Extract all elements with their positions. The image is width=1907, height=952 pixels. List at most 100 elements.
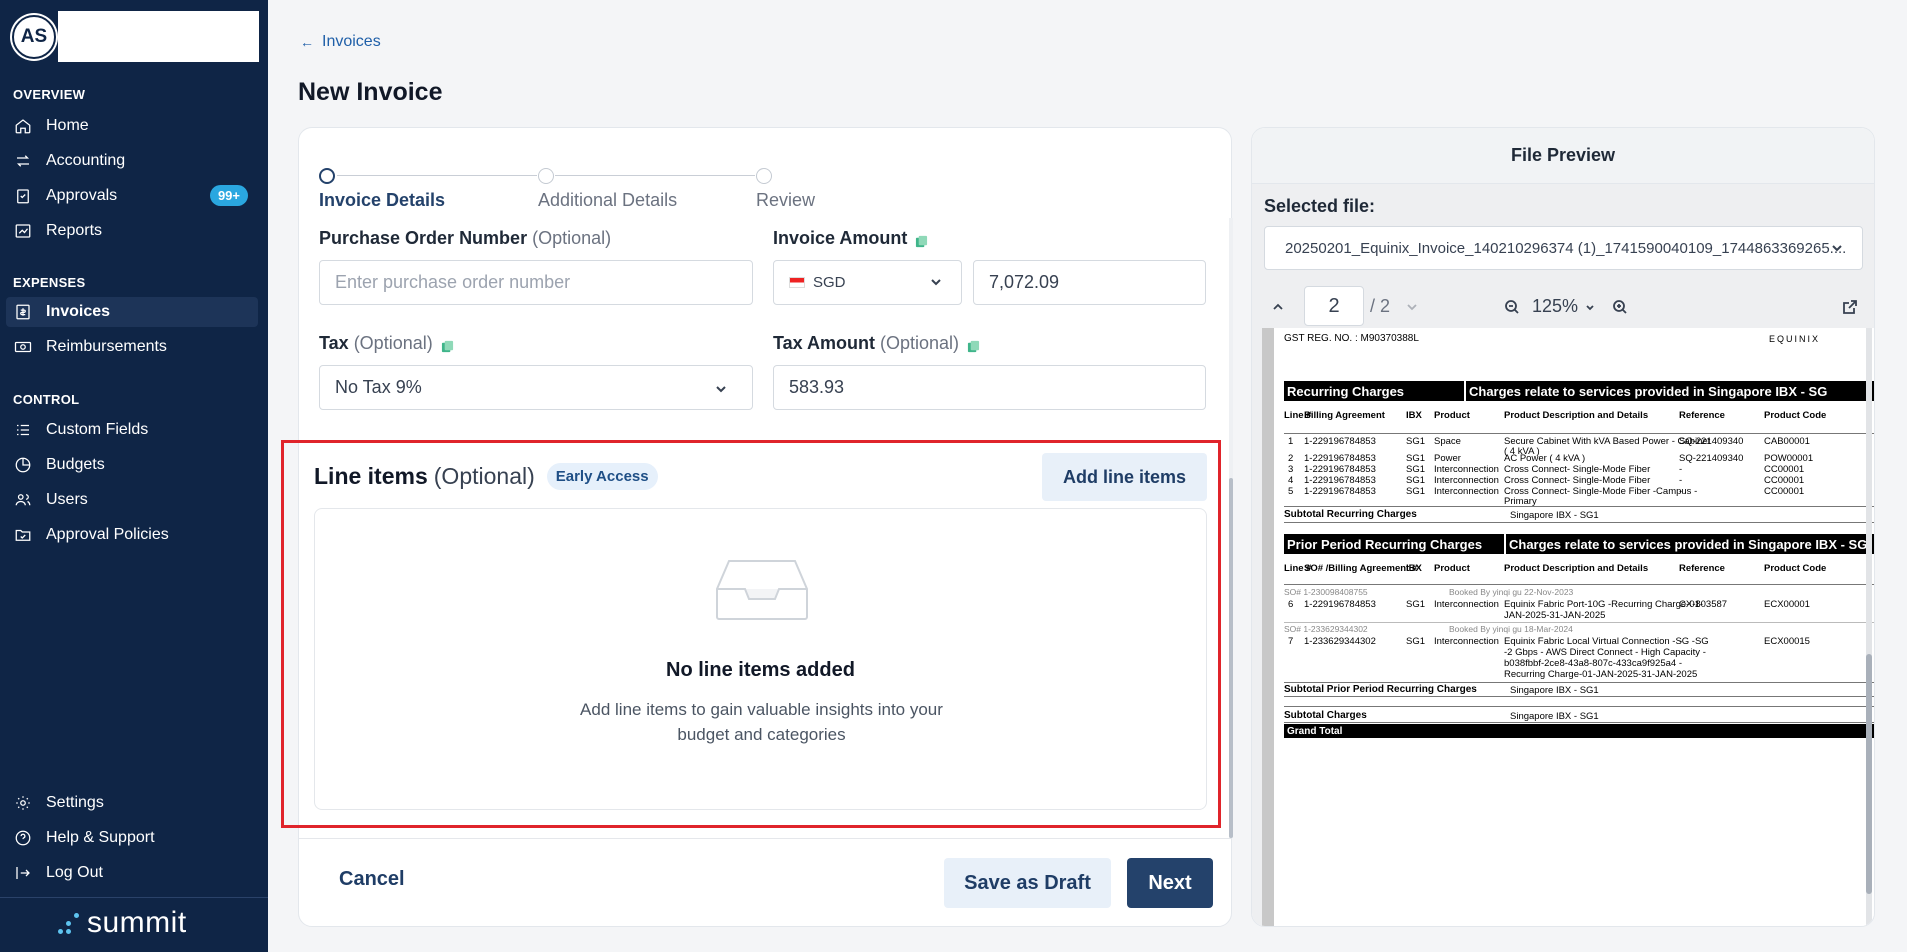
tax-amount-input[interactable]: 583.93	[773, 365, 1206, 410]
step-review[interactable]: Review	[756, 190, 815, 211]
sidebar-item-label: Accounting	[46, 152, 126, 169]
sidebar-header: AS	[12, 11, 259, 62]
chevron-down-icon[interactable]	[1582, 299, 1598, 315]
cancel-button[interactable]: Cancel	[339, 858, 405, 901]
pdf-cell: 1-229196784853	[1304, 464, 1376, 475]
open-external-icon[interactable]	[1842, 299, 1858, 315]
ai-extracted-icon	[441, 337, 454, 353]
sidebar-item-approval-policies[interactable]: Approval Policies	[6, 520, 258, 550]
pdf-cell: SG1	[1406, 464, 1426, 475]
sidebar-item-reimbursements[interactable]: Reimbursements	[6, 332, 258, 362]
avatar[interactable]: AS	[12, 14, 56, 59]
zoom-select[interactable]: 125%	[1532, 296, 1578, 317]
list-icon	[14, 421, 32, 439]
po-number-label: Purchase Order Number (Optional)	[319, 228, 611, 249]
pdf-subtotal-recurring-loc: Singapore IBX - SG1	[1510, 510, 1599, 521]
pdf-cell: 1-229196784853	[1304, 486, 1376, 497]
sidebar-item-label: Users	[46, 491, 88, 508]
pdf-cell: SG1	[1406, 453, 1426, 464]
step-connector	[555, 175, 755, 176]
pdf-cell: 1-233629344302	[1304, 636, 1376, 647]
pdf-cell: 7	[1288, 636, 1294, 647]
step-additional-details[interactable]: Additional Details	[538, 190, 677, 211]
section-control: CONTROL	[13, 392, 80, 407]
pdf-cell: SG1	[1406, 436, 1426, 447]
sidebar-item-label: Approval Policies	[46, 526, 169, 543]
pdf-rule	[1284, 722, 1874, 723]
selected-file-value: 20250201_Equinix_Invoice_140210296374 (1…	[1285, 239, 1847, 257]
pdf-so1: SO# 1-230098408755	[1284, 587, 1368, 597]
pdf-toolbar: 2 / 2 125%	[1252, 284, 1874, 330]
policy-folder-icon	[14, 526, 32, 544]
pdf-subtotal-charges-loc: Singapore IBX - SG1	[1510, 711, 1599, 722]
pdf-rule	[1284, 622, 1874, 623]
chevron-up-icon[interactable]	[1270, 299, 1286, 315]
pdf-header-code: Product Code	[1764, 563, 1827, 574]
next-button[interactable]: Next	[1127, 858, 1213, 908]
form-scrollbar-thumb[interactable]	[1229, 478, 1233, 838]
back-to-invoices-link[interactable]: ← Invoices	[300, 33, 381, 51]
pdf-cell: CC00001	[1764, 486, 1805, 497]
step-dot-additional-details	[538, 168, 554, 184]
organization-logo[interactable]	[58, 11, 259, 62]
line-items-section: Line items (Optional) Early Access Add l…	[281, 440, 1221, 828]
add-line-items-button[interactable]: Add line items	[1042, 453, 1207, 501]
po-number-input[interactable]: Enter purchase order number	[319, 260, 753, 305]
pdf-cell: SQ-221409340	[1679, 436, 1744, 447]
zoom-out-icon[interactable]	[1504, 299, 1520, 315]
pdf-cell: SQ-221409340	[1679, 453, 1744, 464]
empty-tray-icon	[716, 560, 808, 620]
pdf-cell: 5	[1288, 486, 1294, 497]
stepper: Invoice Details Additional Details Revie…	[319, 146, 1079, 210]
gear-icon	[14, 794, 32, 812]
sidebar-item-settings[interactable]: Settings	[6, 788, 258, 818]
pdf-scrollbar-thumb[interactable]	[1866, 654, 1872, 894]
invoice-amount-label: Invoice Amount	[773, 228, 928, 249]
pdf-cell: ECX00015	[1764, 636, 1810, 647]
sidebar-item-approvals[interactable]: Approvals 99+	[6, 181, 258, 211]
pdf-rule	[1284, 696, 1874, 697]
pdf-cell: Cross Connect- Single-Mode Fiber	[1504, 475, 1651, 486]
pdf-recurring-title: Recurring Charges	[1284, 381, 1464, 401]
tax-amount-label: Tax Amount (Optional)	[773, 333, 980, 354]
chevron-down-icon[interactable]	[1404, 299, 1420, 315]
pdf-header-reference: Reference	[1679, 410, 1725, 421]
sidebar-item-custom-fields[interactable]: Custom Fields	[6, 415, 258, 445]
sidebar-item-logout[interactable]: Log Out	[6, 858, 258, 888]
pdf-subtotal-charges: Subtotal Charges	[1284, 710, 1367, 721]
pdf-rule	[1284, 706, 1874, 707]
zoom-in-icon[interactable]	[1612, 299, 1628, 315]
sidebar-item-accounting[interactable]: Accounting	[6, 146, 258, 176]
pdf-cell: SG1	[1406, 599, 1426, 610]
sidebar-item-budgets[interactable]: Budgets	[6, 450, 258, 480]
tax-label: Tax (Optional)	[319, 333, 454, 354]
sidebar-item-invoices[interactable]: Invoices	[6, 297, 258, 327]
selected-file-select[interactable]: 20250201_Equinix_Invoice_140210296374 (1…	[1264, 226, 1863, 270]
pdf-cell: JAN-2025-31-JAN-2025	[1504, 610, 1606, 621]
pdf-cell: Interconnection	[1434, 599, 1499, 610]
pdf-cell: 1-229196784853	[1304, 599, 1376, 610]
tax-select[interactable]: No Tax 9%	[319, 365, 753, 410]
pdf-header-ibx: IBX	[1406, 410, 1422, 421]
approvals-count-badge: 99+	[209, 185, 248, 206]
sidebar-item-help[interactable]: Help & Support	[6, 823, 258, 853]
pie-chart-icon	[14, 456, 32, 474]
sidebar-item-home[interactable]: Home	[6, 111, 258, 141]
sidebar-item-label: Budgets	[46, 456, 105, 473]
invoice-amount-input[interactable]: 7,072.09	[973, 260, 1206, 305]
sidebar-item-reports[interactable]: Reports	[6, 216, 258, 246]
sidebar-item-label: Settings	[46, 794, 104, 811]
empty-state-subtitle: Add line items to gain valuable insights…	[580, 700, 943, 744]
sidebar-item-users[interactable]: Users	[6, 485, 258, 515]
invoice-icon	[14, 303, 32, 321]
step-connector	[337, 175, 537, 176]
brand-dots-icon	[58, 912, 79, 934]
pdf-cell: AC Power ( 4 kVA )	[1504, 453, 1586, 464]
pdf-subtotal-recurring: Subtotal Recurring Charges	[1284, 509, 1417, 520]
sidebar-item-label: Custom Fields	[46, 421, 149, 438]
page-number-input[interactable]: 2	[1304, 286, 1364, 326]
optional-text: (Optional)	[880, 333, 960, 353]
save-draft-button[interactable]: Save as Draft	[944, 858, 1111, 908]
step-invoice-details[interactable]: Invoice Details	[319, 190, 445, 211]
currency-select[interactable]: SGD	[773, 260, 962, 305]
